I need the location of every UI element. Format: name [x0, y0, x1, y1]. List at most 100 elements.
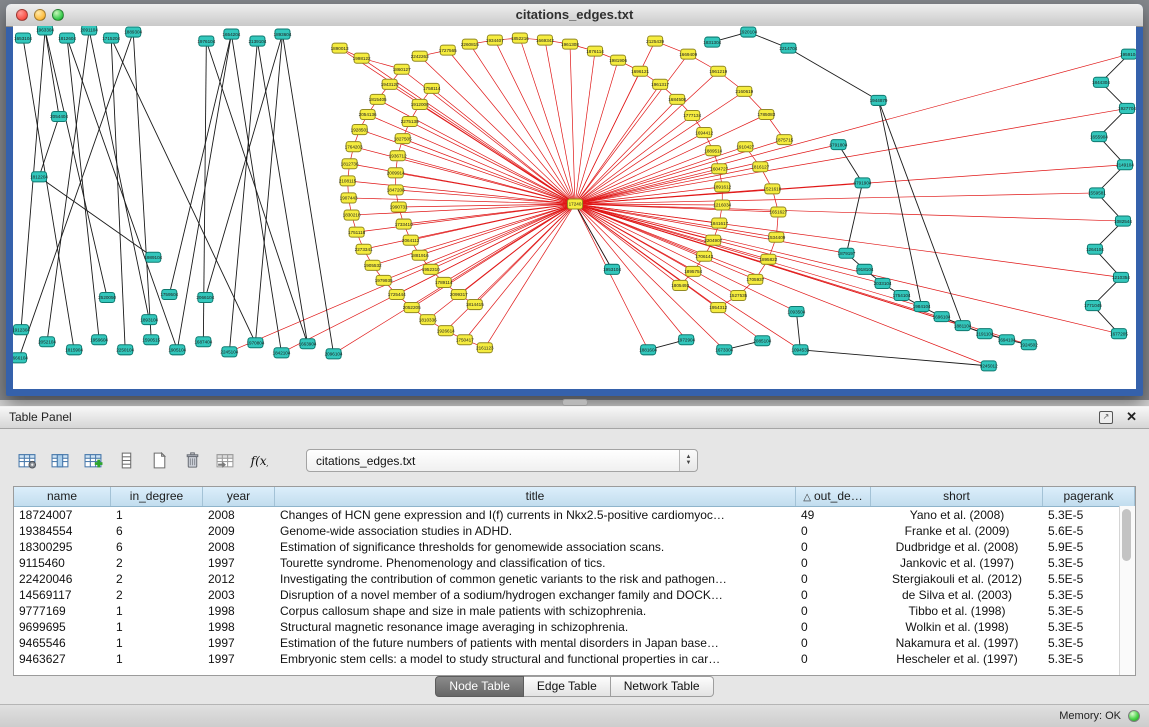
- graph-node[interactable]: 2160619: [735, 86, 753, 96]
- graph-node[interactable]: 2064112: [402, 235, 420, 245]
- graph-node[interactable]: 1981906: [609, 55, 627, 65]
- network-canvas[interactable]: 1724018900131998122224226317275651860127…: [13, 26, 1136, 389]
- graph-node[interactable]: 1860127: [393, 64, 411, 74]
- graph-node[interactable]: 1751118: [348, 227, 366, 237]
- table-row[interactable]: 946362711997Embryonic stem cells: a mode…: [14, 651, 1135, 667]
- graph-node[interactable]: 2096104: [325, 349, 343, 359]
- graph-node[interactable]: 1733410: [395, 219, 413, 229]
- graph-node[interactable]: 2125439: [646, 36, 664, 46]
- graph-node[interactable]: 2242263: [411, 51, 429, 61]
- graph-node[interactable]: 1759504: [160, 289, 178, 299]
- graph-node[interactable]: 1785083: [757, 109, 775, 119]
- graph-node[interactable]: 6791904: [854, 178, 872, 188]
- table-row[interactable]: 969969511998Structural magnetic resonanc…: [14, 619, 1135, 635]
- graph-node[interactable]: 2054404: [50, 111, 68, 121]
- graph-node[interactable]: 1961219: [709, 66, 727, 76]
- close-panel-icon[interactable]: ✕: [1126, 409, 1137, 425]
- scrollbar-thumb[interactable]: [1122, 509, 1131, 561]
- graph-node[interactable]: 1812204: [30, 172, 48, 182]
- graph-node[interactable]: 1893604: [274, 29, 292, 39]
- memory-status-icon[interactable]: [1128, 710, 1140, 722]
- graph-node[interactable]: 2520050: [98, 292, 116, 302]
- graph-node[interactable]: 2139104: [248, 36, 266, 46]
- table-row[interactable]: 2242004622012Investigating the contribut…: [14, 571, 1135, 587]
- graph-node[interactable]: 1663904: [299, 339, 317, 349]
- graph-node[interactable]: 1094532: [791, 345, 809, 355]
- tab-edge-table[interactable]: Edge Table: [524, 676, 611, 697]
- graph-node[interactable]: 1653104: [14, 33, 32, 43]
- graph-node[interactable]: 1810336: [419, 315, 437, 325]
- graph-node[interactable]: 1963304: [36, 26, 54, 35]
- network-graph[interactable]: 1724018900131998122224226317275651860127…: [13, 26, 1136, 389]
- graph-node[interactable]: 1651627: [769, 207, 787, 217]
- show-columns-icon[interactable]: [49, 450, 71, 470]
- splitter-grip-icon[interactable]: [562, 399, 588, 406]
- column-header-in-degree[interactable]: in_degree: [111, 487, 203, 506]
- graph-node[interactable]: 2066104: [196, 292, 214, 302]
- graph-node[interactable]: 1895754: [684, 266, 702, 276]
- graph-node[interactable]: 1959604: [90, 335, 108, 345]
- graph-node[interactable]: 1673304: [715, 345, 733, 355]
- graph-node[interactable]: 1725444: [388, 289, 406, 299]
- graph-node[interactable]: 2149104: [1116, 160, 1134, 170]
- table-row[interactable]: 1830029562008Estimation of significance …: [14, 539, 1135, 555]
- graph-node[interactable]: 1875715: [775, 135, 793, 145]
- graph-node[interactable]: 2091104: [80, 26, 98, 35]
- graph-node[interactable]: 1816127: [751, 162, 769, 172]
- graph-node[interactable]: 1590515: [142, 335, 160, 345]
- graph-node[interactable]: 2275138: [401, 116, 419, 126]
- graph-node[interactable]: 1984104: [913, 302, 931, 312]
- graph-node[interactable]: 1777134: [683, 110, 701, 120]
- graph-node[interactable]: 1961308: [561, 39, 579, 49]
- graph-node[interactable]: 6791804: [830, 140, 848, 150]
- graph-node[interactable]: 1827505: [394, 134, 412, 144]
- graph-node[interactable]: 1758114: [423, 83, 441, 93]
- table-row[interactable]: 911546021997Tourette syndrome. Phenomeno…: [14, 555, 1135, 571]
- delete-icon[interactable]: [181, 450, 203, 470]
- float-panel-icon[interactable]: ↗: [1099, 411, 1113, 424]
- graph-node[interactable]: 1891612: [713, 182, 731, 192]
- graph-node[interactable]: 1927704: [1118, 103, 1136, 113]
- graph-node[interactable]: 1654204: [222, 29, 240, 39]
- graph-node[interactable]: 1521610: [763, 184, 781, 194]
- graph-node[interactable]: 1970804: [246, 338, 264, 348]
- graph-node[interactable]: 1954312: [709, 303, 727, 313]
- graph-node[interactable]: 2052104: [38, 337, 56, 347]
- graph-node[interactable]: 1961317: [651, 79, 669, 89]
- graph-node[interactable]: 1559581: [1088, 188, 1106, 198]
- graph-node[interactable]: 1705937: [746, 274, 764, 284]
- graph-node[interactable]: 2245104: [220, 347, 238, 357]
- graph-node[interactable]: 2204907: [704, 235, 722, 245]
- graph-node[interactable]: 1669342: [536, 35, 554, 45]
- import-table-icon[interactable]: [214, 450, 236, 470]
- graph-node[interactable]: 2273341: [355, 244, 373, 254]
- graph-node[interactable]: 1976104: [197, 36, 215, 46]
- table-options-icon[interactable]: [16, 450, 38, 470]
- graph-node[interactable]: 1910427: [736, 142, 754, 152]
- table-scrollbar[interactable]: [1119, 506, 1135, 675]
- graph-node[interactable]: 2108115: [339, 176, 357, 186]
- graph-node[interactable]: 1998122: [353, 53, 371, 63]
- graph-node[interactable]: 1852216: [511, 33, 529, 43]
- graph-node[interactable]: 1879197: [838, 248, 856, 258]
- graph-node[interactable]: 1893104: [140, 315, 158, 325]
- rows-icon[interactable]: [115, 450, 137, 470]
- graph-node[interactable]: 1990731: [390, 202, 408, 212]
- graph-node[interactable]: 1815904: [65, 345, 83, 355]
- graph-node[interactable]: 1715204: [102, 33, 120, 43]
- graph-node[interactable]: 1830210: [343, 210, 361, 220]
- graph-node[interactable]: 1534409: [767, 232, 785, 242]
- column-header-title[interactable]: title: [275, 487, 796, 506]
- combo-stepper-icon[interactable]: ▲▼: [679, 450, 697, 471]
- graph-node[interactable]: 1920104: [739, 27, 757, 37]
- graph-node[interactable]: 1812604: [58, 33, 76, 43]
- graph-node[interactable]: 1905104: [168, 345, 186, 355]
- graph-node[interactable]: 1805493: [671, 280, 689, 290]
- graph-node[interactable]: 1687404: [194, 337, 212, 347]
- graph-node[interactable]: 1934407: [486, 35, 504, 45]
- graph-node[interactable]: 1527535: [729, 290, 747, 300]
- graph-node[interactable]: 1907443: [340, 193, 358, 203]
- new-document-icon[interactable]: [148, 450, 170, 470]
- column-header-pagerank[interactable]: pagerank: [1043, 487, 1135, 506]
- graph-node[interactable]: 1876114: [586, 46, 604, 56]
